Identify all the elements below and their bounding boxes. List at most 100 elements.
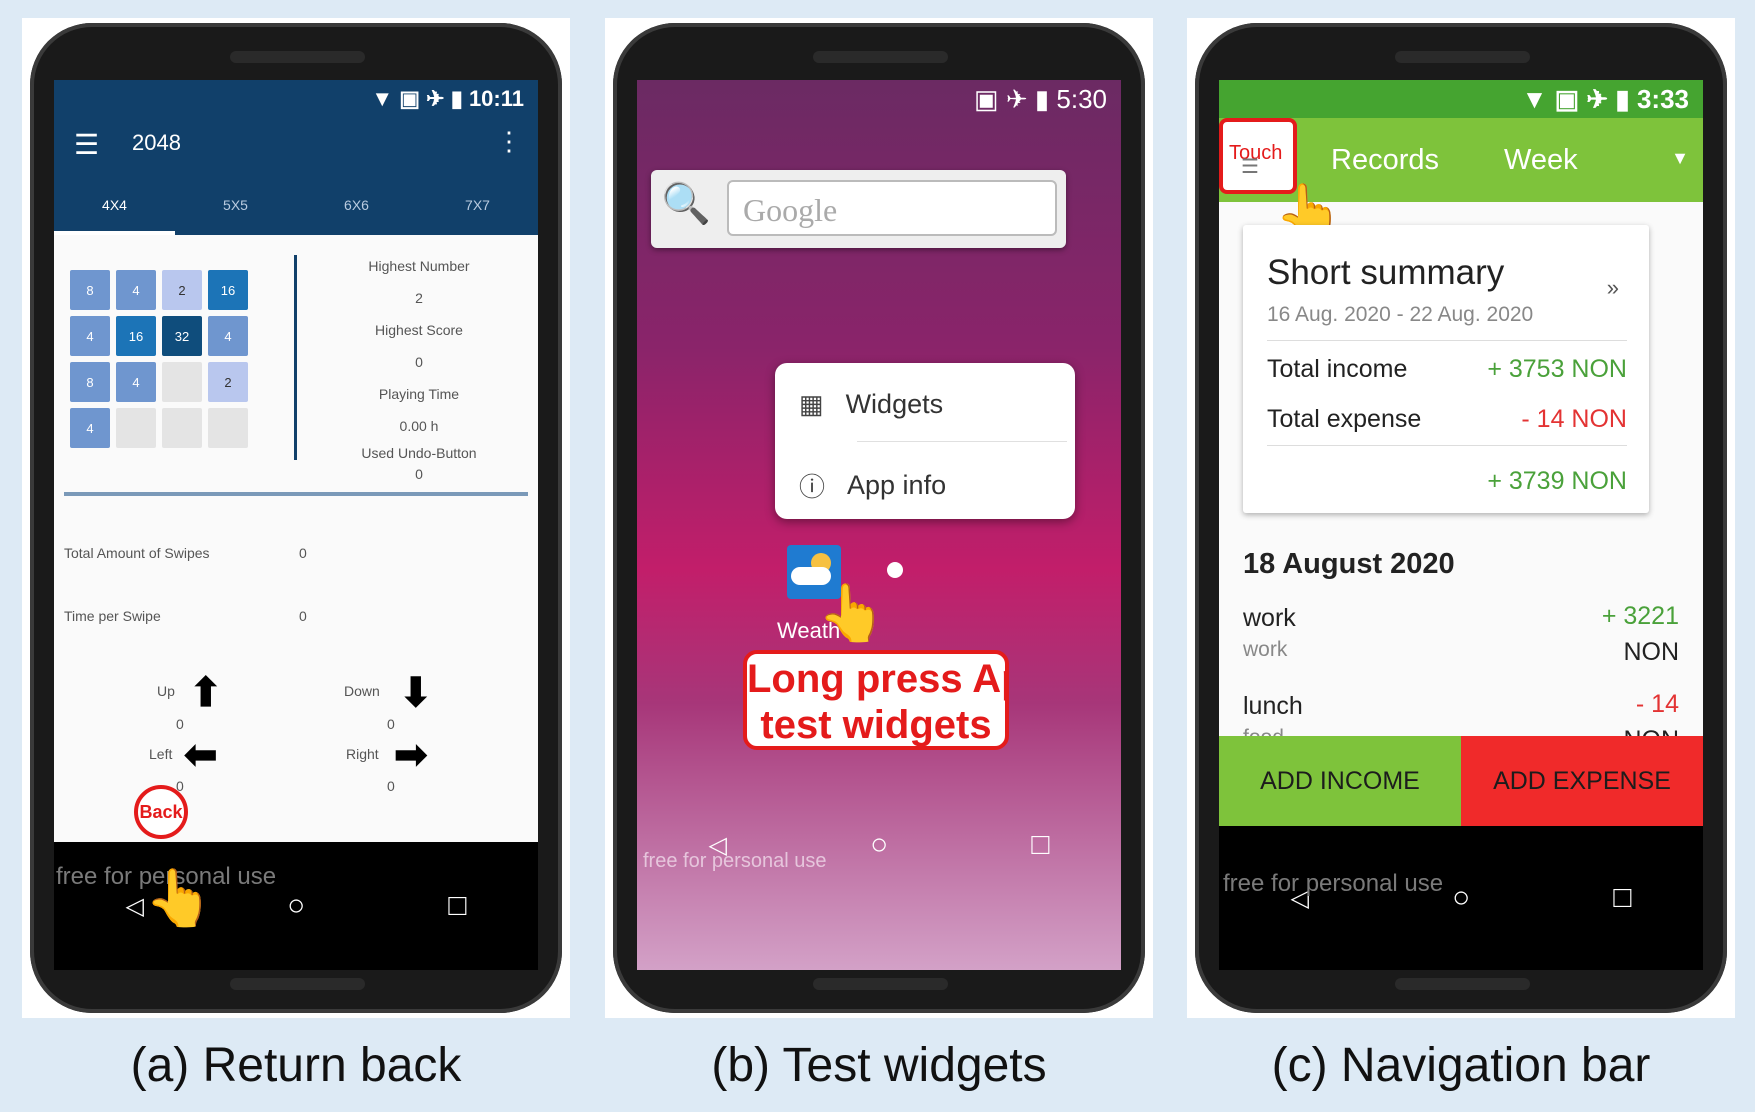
game-tile: 4 (208, 316, 248, 356)
menu-item-app-info[interactable]: ⓘ App info (799, 467, 1069, 504)
section-divider (64, 492, 528, 496)
income-label: Total income (1267, 355, 1408, 383)
arrow-down-icon: ⬇ (399, 671, 433, 715)
app-shortcut-menu: ▦ Widgets ⓘ App info (775, 363, 1075, 519)
income-value: + 3753 NON (1487, 355, 1627, 383)
highest-score-label: Highest Score (375, 322, 463, 338)
list-item[interactable]: work work + 3221 NON (1219, 598, 1703, 678)
game-tile: 2 (208, 362, 248, 402)
app-toolbar: ▼ ▣ ✈ ▮ 10:11 ☰ 2048 ⋮ 4X4 5X5 6X6 7X7 (54, 80, 538, 235)
search-input[interactable]: Google (727, 180, 1057, 236)
wifi-icon: ▼ ▣ ✈ ▮ (371, 86, 463, 111)
summary-title: Short summary (1267, 253, 1505, 292)
expense-label: Total expense (1267, 405, 1422, 433)
game-tile: 4 (116, 270, 156, 310)
add-income-button[interactable]: ADD INCOME (1219, 736, 1461, 826)
tap-hand-icon: 👆 (144, 866, 214, 929)
back-annotation-label: Back (139, 802, 183, 822)
date-header: 18 August 2020 (1243, 548, 1455, 580)
back-highlight: Back (134, 785, 188, 839)
game-tile: 4 (70, 316, 110, 356)
entry-amount: - 14 (1635, 690, 1679, 718)
chevron-down-icon: ▼ (1671, 148, 1689, 168)
caption-a: (a) Return back (130, 1039, 462, 1092)
phone-frame: ▼ ▣ ✈ ▮ 10:11 ☰ 2048 ⋮ 4X4 5X5 6X6 7X7 8… (30, 23, 562, 1013)
game-tile (208, 408, 248, 448)
arrow-right-icon: ➡ (394, 733, 428, 777)
down-value: 0 (387, 716, 395, 732)
game-tile: 2 (162, 270, 202, 310)
google-search-widget[interactable]: 🔍 Google (651, 170, 1066, 248)
search-icon: 🔍 (661, 182, 711, 226)
status-bar: ▣ ✈ ▮ 5:30 (637, 80, 1121, 118)
entry-amount: + 3221 (1601, 602, 1679, 630)
menu-item-label: App info (847, 470, 947, 500)
game-tile: 4 (116, 362, 156, 402)
add-expense-button[interactable]: ADD EXPENSE (1461, 736, 1703, 826)
left-label: Left (149, 746, 173, 762)
playing-time-value: 0.00 h (399, 418, 439, 434)
tab-bar: 4X4 5X5 6X6 7X7 (54, 190, 538, 235)
card-divider (1267, 445, 1627, 446)
summary-card[interactable]: Short summary » 16 Aug. 2020 - 22 Aug. 2… (1243, 225, 1649, 513)
status-time: 5:30 (1056, 84, 1107, 114)
tab-5x5[interactable]: 5X5 (175, 190, 296, 235)
period-selector[interactable]: Week ▼ (1504, 144, 1689, 177)
right-value: 0 (387, 778, 395, 794)
status-time: 10:11 (468, 86, 524, 111)
nav-recents-icon[interactable]: □ (1031, 828, 1049, 862)
app-title: 2048 (132, 130, 181, 155)
tab-7x7[interactable]: 7X7 (417, 190, 538, 235)
game-tile: 8 (70, 270, 110, 310)
nav-home-icon[interactable]: ○ (1452, 881, 1470, 915)
tab-4x4[interactable]: 4X4 (54, 190, 175, 235)
expense-value: - 14 NON (1521, 405, 1627, 433)
nav-home-icon[interactable]: ○ (870, 828, 888, 862)
balance-value: + 3739 NON (1487, 467, 1627, 495)
status-bar: ▼ ▣ ✈ ▮ 3:33 (1219, 80, 1703, 118)
overflow-menu-icon[interactable]: ⋮ (496, 126, 522, 157)
time-per-swipe-value: 0 (299, 608, 307, 624)
toggle-dot (887, 562, 903, 578)
phone-chin (813, 978, 948, 990)
time-per-swipe-label: Time per Swipe (64, 608, 161, 624)
highest-number-value: 2 (415, 290, 423, 306)
summary-range: 16 Aug. 2020 - 22 Aug. 2020 (1267, 303, 1534, 326)
arrow-left-icon: ⬅ (184, 733, 218, 777)
phone-chin (1395, 978, 1530, 990)
watermark: free for personal use (643, 850, 827, 872)
nav-recents-icon[interactable]: □ (448, 889, 466, 923)
callout-line-2: test widgets (760, 703, 992, 747)
stats-divider (294, 255, 297, 460)
menu-item-widgets[interactable]: ▦ Widgets (799, 389, 1069, 420)
action-bar: ADD INCOME ADD EXPENSE (1219, 736, 1703, 826)
entry-title: lunch (1243, 692, 1303, 720)
wifi-icon: ▼ ▣ ✈ ▮ (1521, 84, 1630, 114)
phone-speaker (1395, 51, 1530, 63)
panel-test-widgets: ▣ ✈ ▮ 5:30 🔍 Google ▦ Widgets ⓘ App info (605, 18, 1153, 1092)
system-nav-bar: ◁ ○ □ (1219, 826, 1703, 970)
nav-home-icon[interactable]: ○ (287, 889, 305, 923)
undo-label: Used Undo-Button (361, 445, 477, 461)
toolbar-title: Records (1331, 144, 1439, 176)
info-icon: ⓘ (799, 472, 826, 502)
entry-currency: NON (1623, 638, 1679, 666)
drawer-menu-icon[interactable]: ☰ (1241, 154, 1259, 179)
nav-recents-icon[interactable]: □ (1613, 881, 1631, 915)
highest-number-label: Highest Number (368, 258, 470, 274)
game-tile (116, 408, 156, 448)
game-tile: 16 (116, 316, 156, 356)
phone-speaker (813, 51, 948, 63)
phone-chin (230, 978, 365, 990)
game-tile: 4 (70, 408, 110, 448)
expand-icon[interactable]: » (1607, 275, 1619, 301)
entry-category: work (1243, 638, 1288, 661)
up-value: 0 (176, 716, 184, 732)
game-tile (162, 362, 202, 402)
menu-icon[interactable]: ☰ (74, 128, 99, 161)
tab-6x6[interactable]: 6X6 (296, 190, 417, 235)
menu-divider (857, 441, 1067, 442)
playing-time-label: Playing Time (378, 386, 460, 402)
widgets-icon: ▦ (799, 389, 824, 419)
nav-back-icon[interactable]: ◁ (126, 892, 144, 921)
